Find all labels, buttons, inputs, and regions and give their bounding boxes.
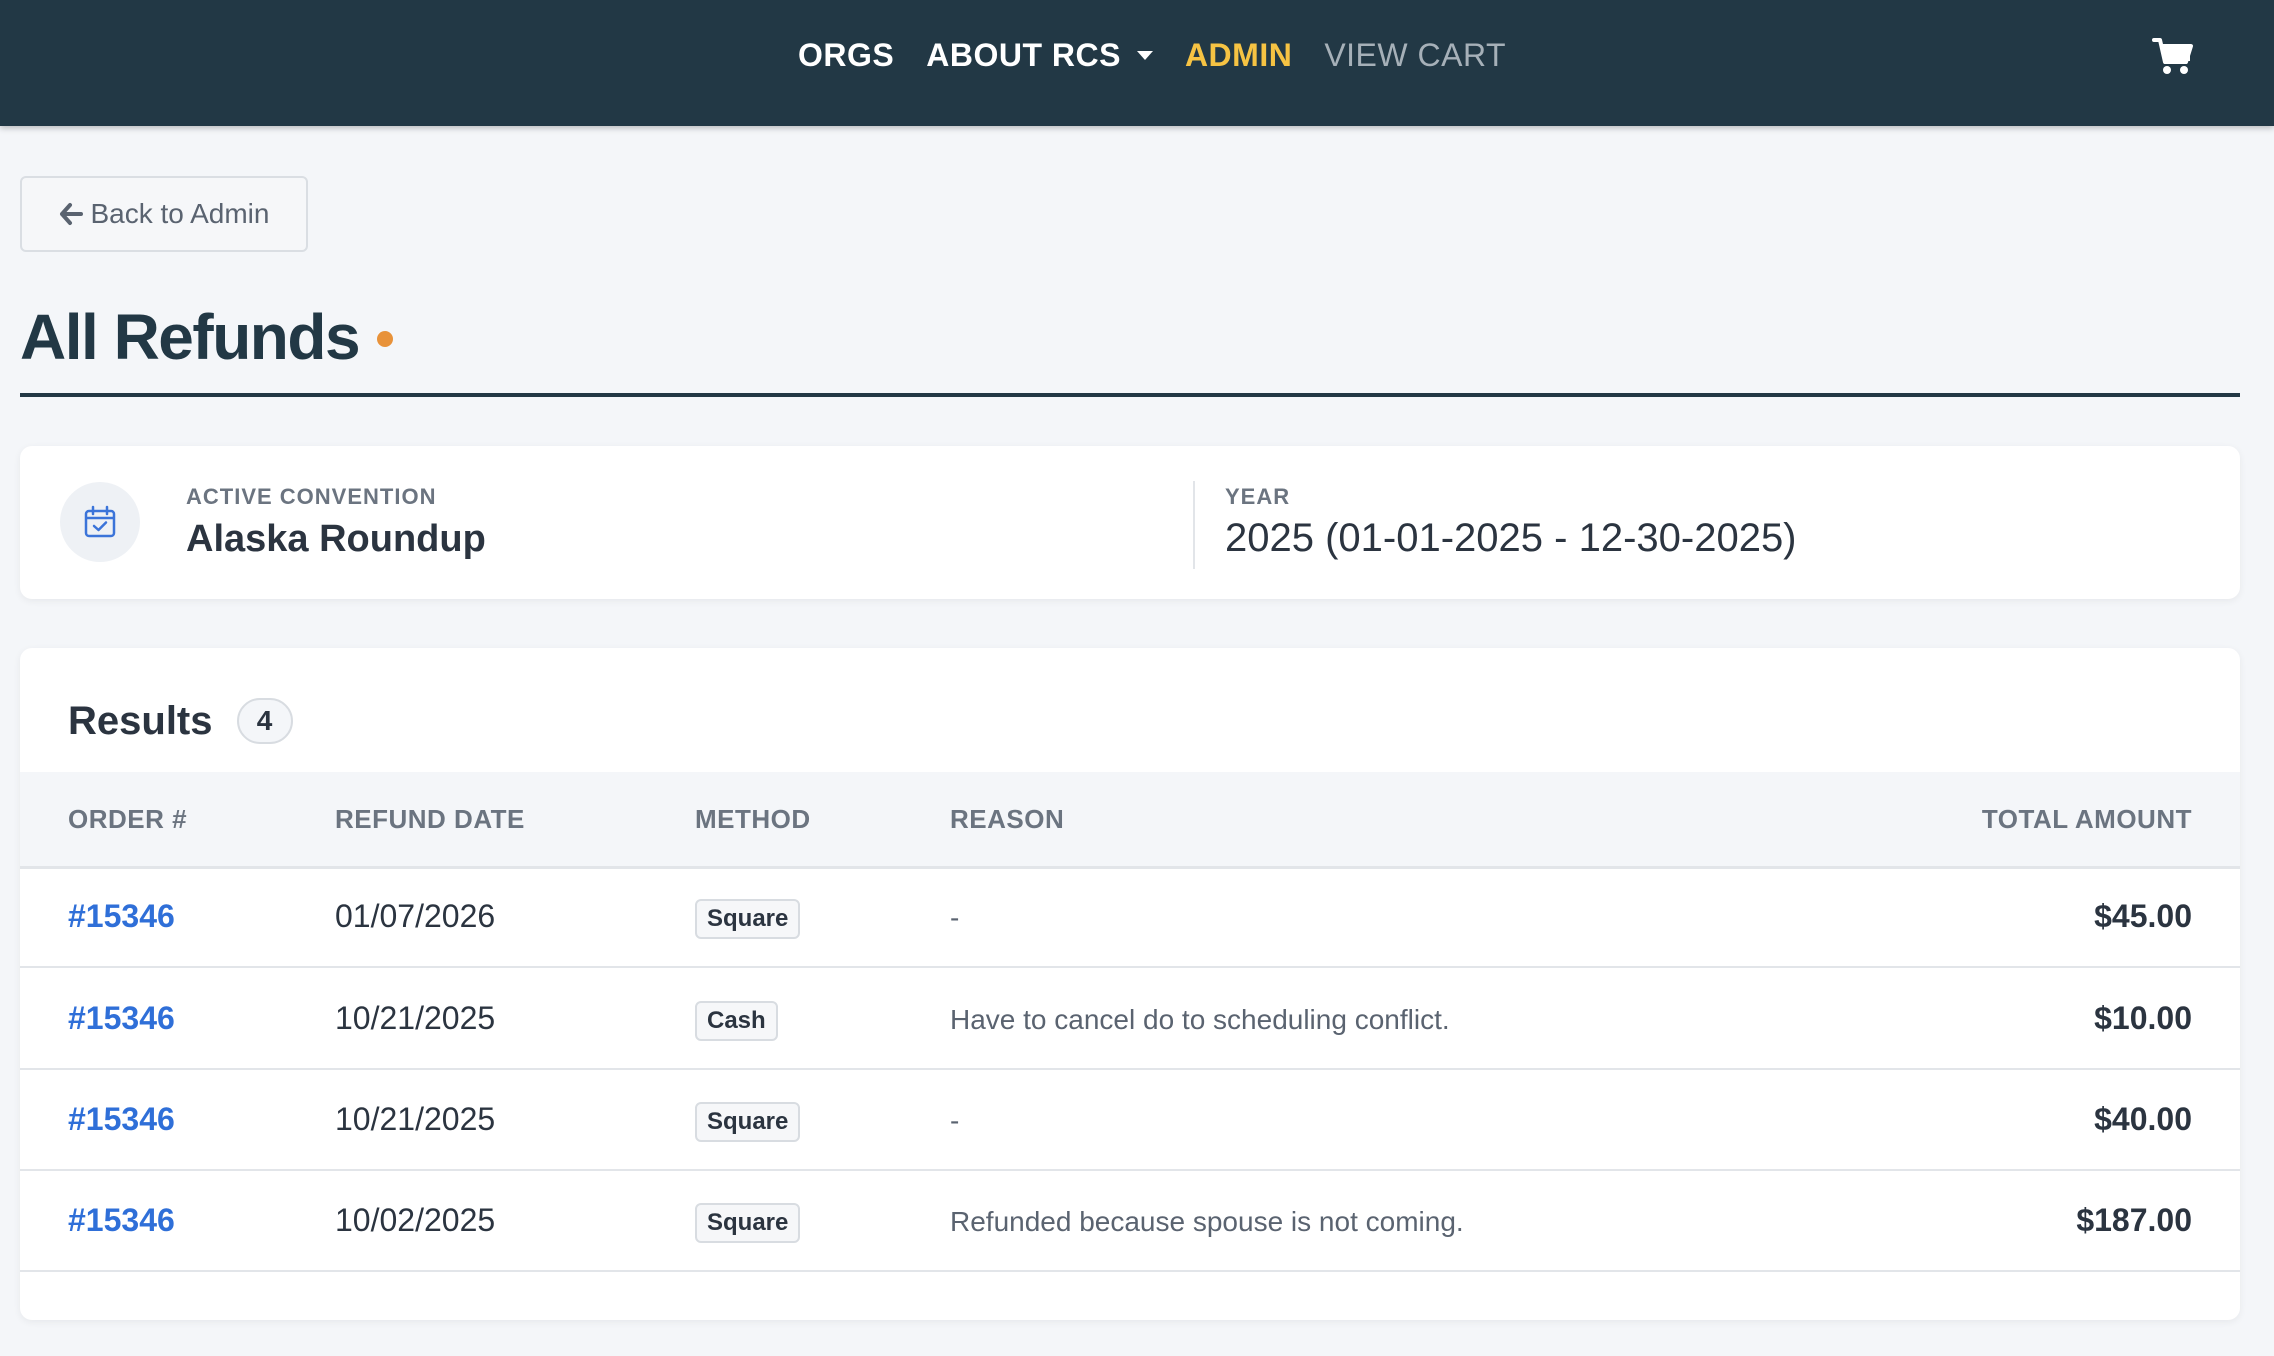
refund-reason: Refunded because spouse is not coming.	[950, 1206, 1464, 1237]
convention-info-card: ACTIVE CONVENTION Alaska Roundup YEAR 20…	[20, 446, 2240, 599]
nav-admin[interactable]: ADMIN	[1185, 37, 1292, 74]
nav-about-rcs[interactable]: ABOUT RCS	[926, 37, 1153, 74]
top-navbar: ORGS ABOUT RCS ADMIN VIEW CART	[0, 0, 2274, 126]
refund-date: 10/21/2025	[335, 1101, 496, 1137]
back-to-admin-button[interactable]: Back to Admin	[20, 176, 308, 252]
year-label: YEAR	[1225, 484, 1291, 509]
active-convention-label: ACTIVE CONVENTION	[186, 484, 437, 509]
refund-reason: -	[950, 1105, 960, 1136]
caret-down-icon	[1136, 50, 1153, 60]
total-amount: $45.00	[2094, 898, 2192, 934]
results-title: Results	[68, 698, 213, 743]
total-amount: $187.00	[2076, 1202, 2192, 1238]
info-divider	[1193, 481, 1195, 569]
year-value: 2025 (01-01-2025 - 12-30-2025)	[1225, 516, 1797, 560]
active-convention-name: Alaska Roundup	[186, 518, 486, 560]
method-badge: Square	[695, 1203, 801, 1243]
order-link[interactable]: #15346	[68, 1202, 175, 1239]
page-title: All Refunds	[20, 301, 361, 373]
results-header: Results 4	[68, 698, 293, 744]
column-header-total-amount[interactable]: TOTAL AMOUNT	[1982, 804, 2192, 835]
order-link[interactable]: #15346	[68, 1101, 175, 1138]
table-header: ORDER # REFUND DATE METHOD REASON TOTAL …	[20, 772, 2240, 869]
column-header-order[interactable]: ORDER #	[68, 804, 187, 835]
arrow-left-icon	[59, 203, 83, 225]
column-header-reason[interactable]: REASON	[950, 804, 1064, 835]
order-link[interactable]: #15346	[68, 898, 175, 935]
refund-date: 01/07/2026	[335, 898, 496, 934]
refund-reason: Have to cancel do to scheduling conflict…	[950, 1004, 1450, 1035]
method-badge: Cash	[695, 1001, 778, 1041]
active-convention: ACTIVE CONVENTION Alaska Roundup	[186, 484, 486, 561]
refund-date: 10/02/2025	[335, 1202, 496, 1238]
table-row: #15346 01/07/2026 Square - $45.00	[20, 866, 2240, 968]
results-count-badge: 4	[236, 698, 293, 744]
table-row: #15346 10/21/2025 Cash Have to cancel do…	[20, 968, 2240, 1070]
total-amount: $10.00	[2094, 1000, 2192, 1036]
table-row: #15346 10/02/2025 Square Refunded becaus…	[20, 1170, 2240, 1272]
order-link[interactable]: #15346	[68, 1000, 175, 1037]
method-badge: Square	[695, 899, 801, 939]
nav-orgs[interactable]: ORGS	[798, 37, 894, 74]
nav-about-rcs-label: ABOUT RCS	[926, 36, 1121, 73]
back-to-admin-label: Back to Admin	[90, 198, 270, 229]
results-card: Results 4 ORDER # REFUND DATE METHOD REA…	[20, 648, 2240, 1320]
refund-reason: -	[950, 902, 960, 933]
nav-view-cart[interactable]: VIEW CART	[1324, 37, 1506, 74]
column-header-refund-date[interactable]: REFUND DATE	[335, 804, 525, 835]
page-title-wrap: All Refunds	[20, 300, 394, 374]
table-row: #15346 10/21/2025 Square - $40.00	[20, 1069, 2240, 1171]
calendar-icon-wrap	[60, 482, 140, 562]
refund-date: 10/21/2025	[335, 1000, 496, 1036]
method-badge: Square	[695, 1102, 801, 1142]
calendar-check-icon	[84, 505, 116, 538]
column-header-method[interactable]: METHOD	[695, 804, 811, 835]
cart-icon[interactable]	[2152, 36, 2194, 76]
total-amount: $40.00	[2094, 1101, 2192, 1137]
title-divider	[20, 393, 2240, 397]
title-accent-dot	[377, 331, 394, 347]
convention-year: YEAR 2025 (01-01-2025 - 12-30-2025)	[1225, 484, 1797, 561]
nav-links: ORGS ABOUT RCS ADMIN VIEW CART	[0, 0, 2274, 110]
